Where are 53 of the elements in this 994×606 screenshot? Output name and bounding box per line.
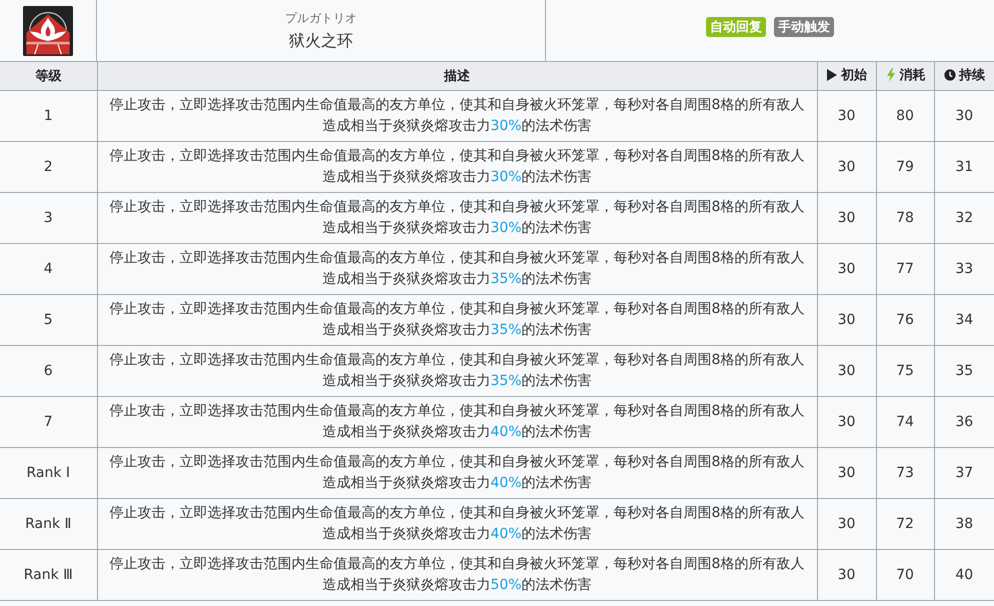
cost-cell: 76 (876, 294, 934, 346)
description-cell: 停止攻击，立即选择攻击范围内生命值最高的友方单位，使其和自身被火环笼罩，每秒对各自周围8格的所有敌人造成相当于炎狱炎熔攻击力 35%的法术伤害 (97, 346, 817, 396)
skill-tag: 手动触发 (774, 16, 834, 36)
initial-cell: 30 (817, 142, 876, 192)
level-cell: Rank Ⅱ (0, 498, 97, 550)
clock-icon (944, 68, 956, 82)
cost-cell: 75 (876, 346, 934, 396)
cost-cell: 79 (876, 142, 934, 192)
initial-cell: 30 (817, 346, 876, 396)
cost-cell: 74 (876, 396, 934, 448)
column-header: 描述 (97, 62, 817, 90)
initial-cell: 30 (817, 498, 876, 550)
column-header: 消耗 (876, 62, 934, 90)
description-cell: 停止攻击，立即选择攻击范围内生命值最高的友方单位，使其和自身被火环笼罩，每秒对各自周围8格的所有敌人造成相当于炎狱炎熔攻击力 30%的法术伤害 (97, 192, 817, 244)
initial-cell: 30 (817, 294, 876, 346)
skill-name: 狱火之环 (289, 30, 353, 52)
initial-cell: 30 (817, 396, 876, 448)
skill-tag: 自动回复 (706, 16, 766, 36)
fire-emblem-icon (23, 6, 73, 56)
initial-cell: 30 (817, 550, 876, 600)
description-cell: 停止攻击，立即选择攻击范围内生命值最高的友方单位，使其和自身被火环笼罩，每秒对各自周围8格的所有敌人造成相当于炎狱炎熔攻击力 30%的法术伤害 (97, 142, 817, 192)
column-header: 持续 (934, 62, 994, 90)
cost-cell: 80 (876, 90, 934, 142)
level-cell: 6 (0, 346, 97, 396)
initial-cell: 30 (817, 448, 876, 498)
cost-cell: 78 (876, 192, 934, 244)
lightning-icon (884, 68, 896, 82)
level-cell: 2 (0, 142, 97, 192)
cost-cell: 72 (876, 498, 934, 550)
level-cell: Rank Ⅰ (0, 448, 97, 498)
initial-cell: 30 (817, 90, 876, 142)
column-header: 等级 (0, 62, 97, 90)
initial-cell: 30 (817, 244, 876, 294)
play-icon (826, 68, 838, 82)
level-cell: 5 (0, 294, 97, 346)
cost-cell: 73 (876, 448, 934, 498)
cost-cell: 77 (876, 244, 934, 294)
column-header: 初始 (817, 62, 876, 90)
level-cell: 4 (0, 244, 97, 294)
cost-cell: 70 (876, 550, 934, 600)
level-cell: 1 (0, 90, 97, 142)
skill-subtitle: プルガトリオ (285, 10, 357, 26)
description-cell: 停止攻击，立即选择攻击范围内生命值最高的友方单位，使其和自身被火环笼罩，每秒对各自周围8格的所有敌人造成相当于炎狱炎熔攻击力 35%的法术伤害 (97, 244, 817, 294)
level-cell: 7 (0, 396, 97, 448)
description-cell: 停止攻击，立即选择攻击范围内生命值最高的友方单位，使其和自身被火环笼罩，每秒对各自周围8格的所有敌人造成相当于炎狱炎熔攻击力40%的法术伤害 (97, 498, 817, 550)
description-cell: 停止攻击，立即选择攻击范围内生命值最高的友方单位，使其和自身被火环笼罩，每秒对各自周围8格的所有敌人造成相当于炎狱炎熔攻击力 30%的法术伤害 (97, 90, 817, 142)
description-cell: 停止攻击，立即选择攻击范围内生命值最高的友方单位，使其和自身被火环笼罩，每秒对各自周围8格的所有敌人造成相当于炎狱炎熔攻击力40%的法术伤害 (97, 396, 817, 448)
description-cell: 停止攻击，立即选择攻击范围内生命值最高的友方单位，使其和自身被火环笼罩，每秒对各自周围8格的所有敌人造成相当于炎狱炎熔攻击力40%的法术伤害 (97, 448, 817, 498)
initial-cell: 30 (817, 192, 876, 244)
level-cell: 3 (0, 192, 97, 244)
description-cell: 停止攻击，立即选择攻击范围内生命值最高的友方单位，使其和自身被火环笼罩，每秒对各自周围8格的所有敌人造成相当于炎狱炎熔攻击力 35%的法术伤害 (97, 294, 817, 346)
level-cell: Rank Ⅲ (0, 550, 97, 600)
description-cell: 停止攻击，立即选择攻击范围内生命值最高的友方单位，使其和自身被火环笼罩，每秒对各自周围8格的所有敌人造成相当于炎狱炎熔攻击力 50%的法术伤害 (97, 550, 817, 600)
